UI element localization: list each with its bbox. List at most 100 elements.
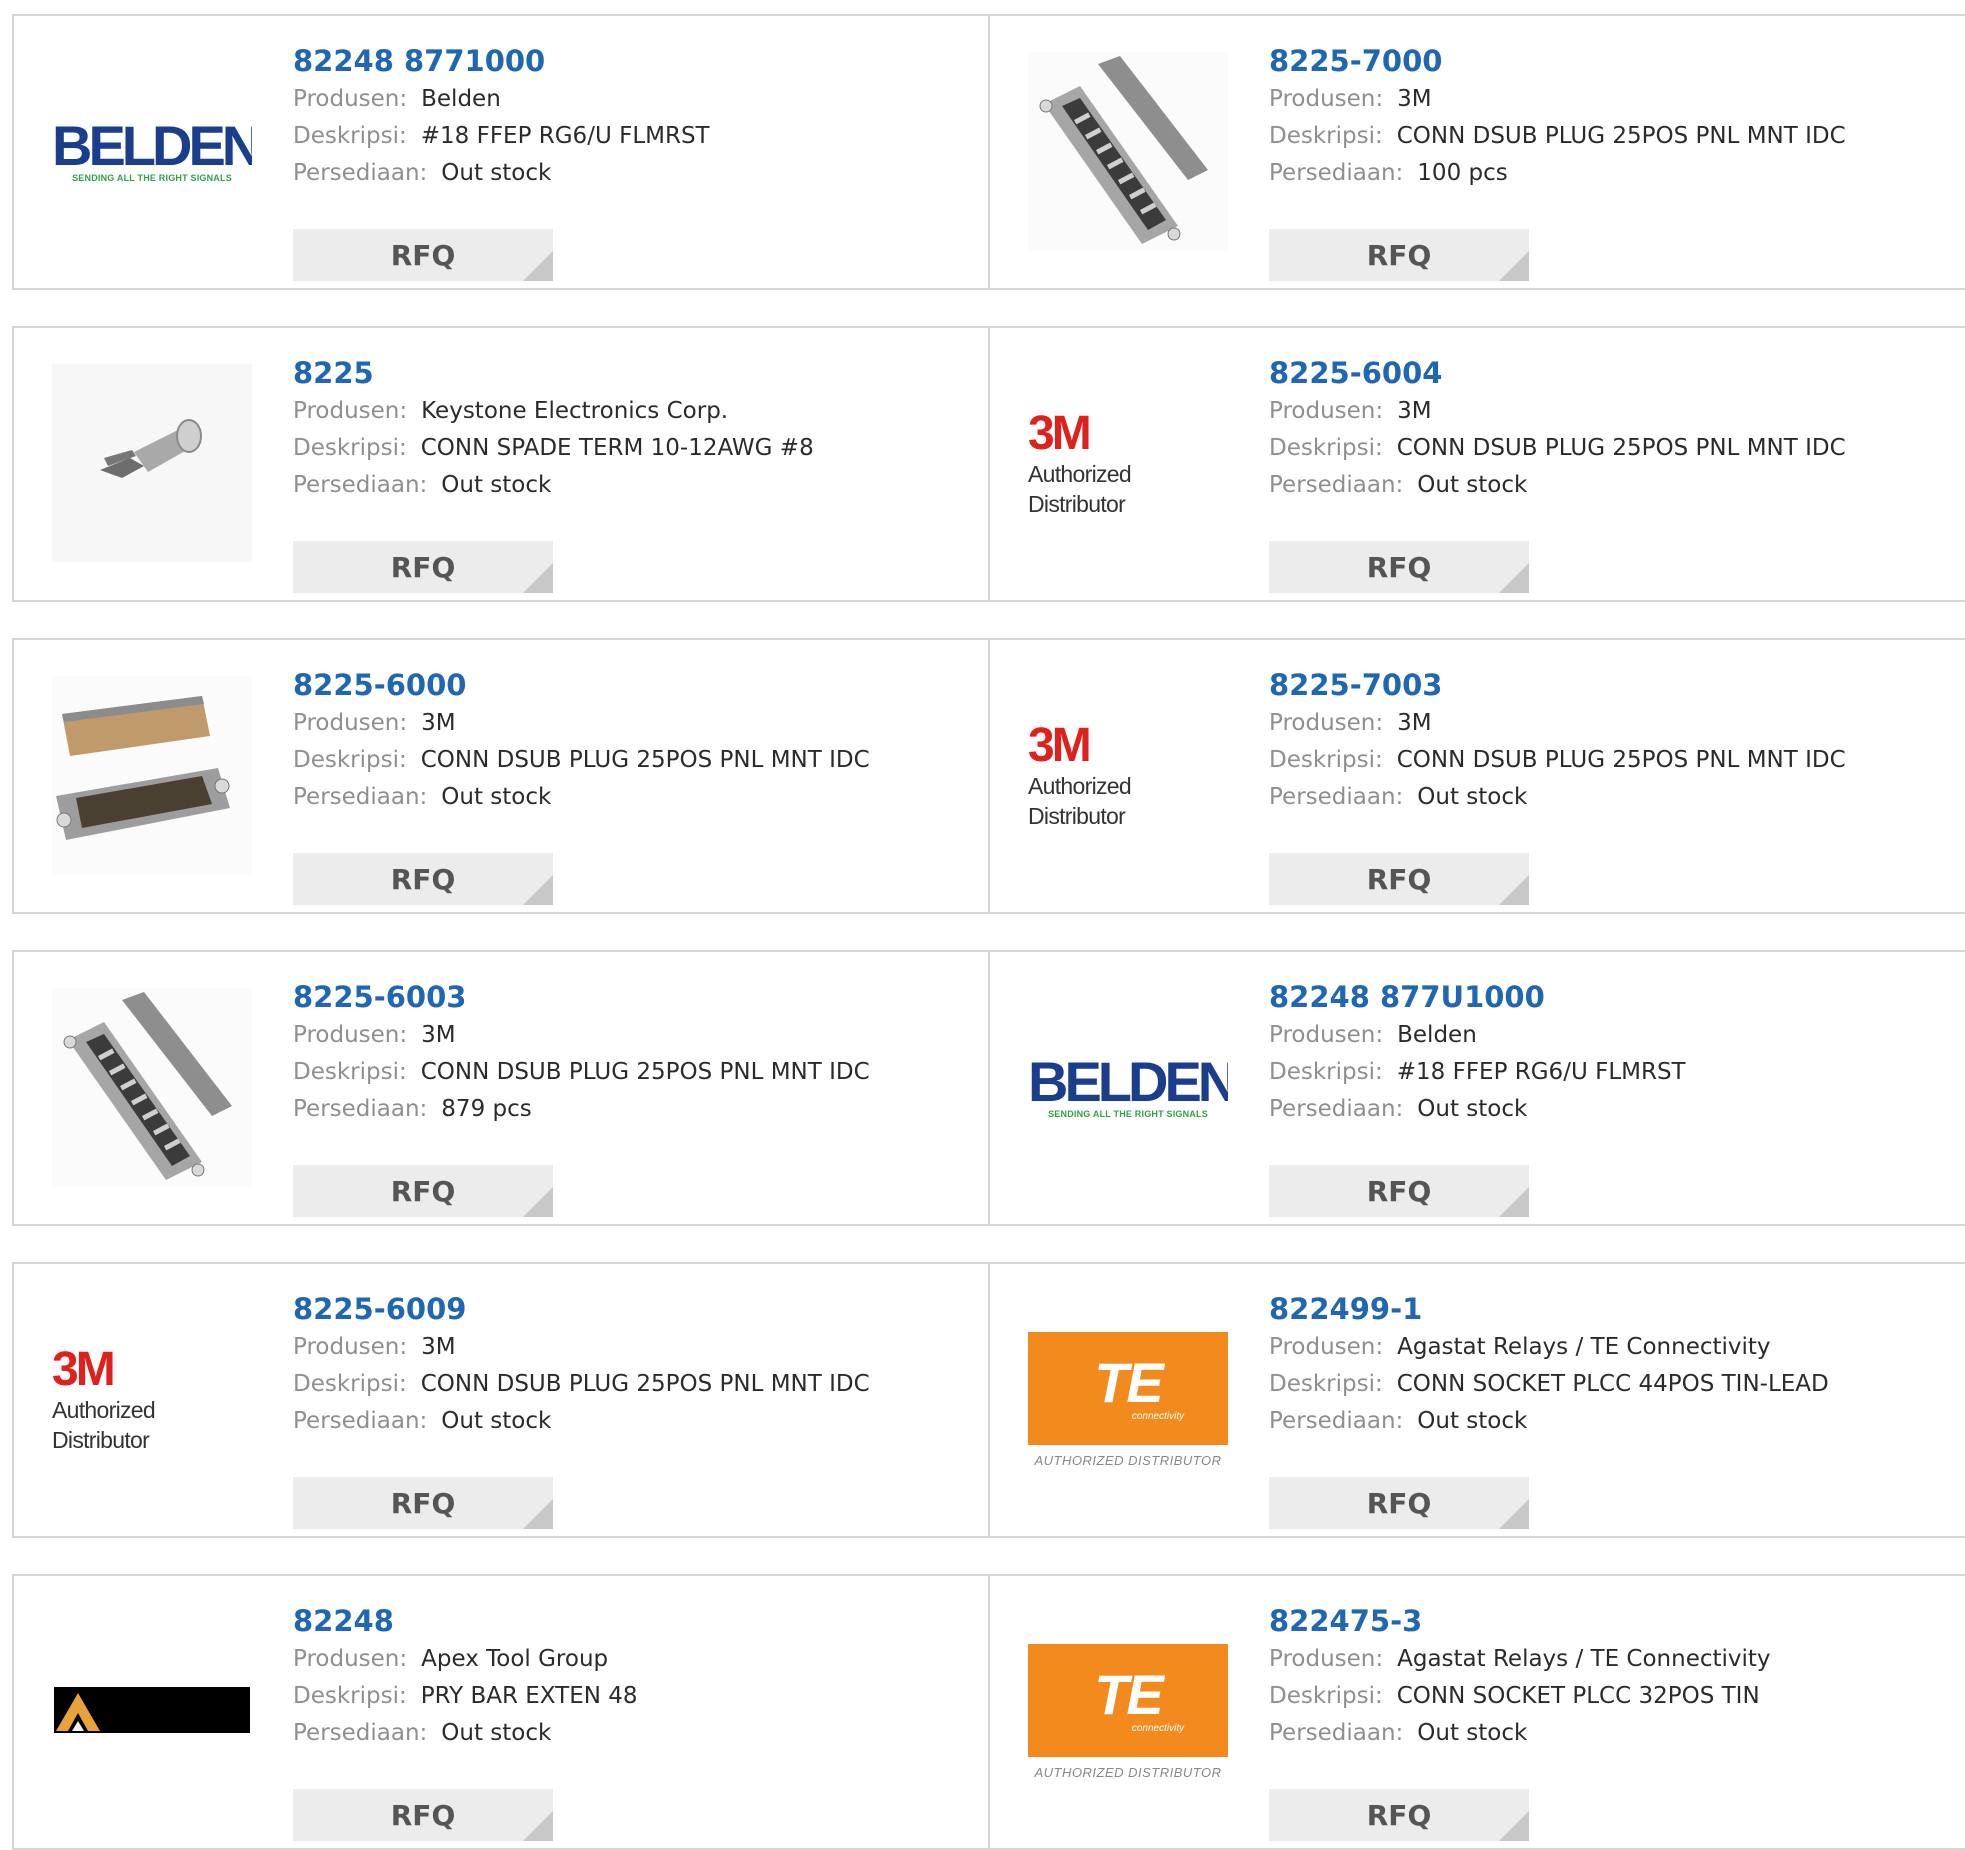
part-number-link[interactable]: 82248 <box>293 1601 978 1641</box>
part-number-link[interactable]: 822475-3 <box>1269 1601 1955 1641</box>
rfq-button[interactable]: RFQ <box>1269 1789 1529 1841</box>
corner-triangle-icon <box>1499 1499 1529 1529</box>
stock-label: Persediaan: <box>1269 1096 1404 1122</box>
description-row: Deskripsi: CONN DSUB PLUG 25POS PNL MNT I… <box>1269 430 1955 467</box>
rfq-button[interactable]: RFQ <box>293 541 553 593</box>
te-logo-small: connectivity <box>1131 1723 1185 1734</box>
3m-logo: 3M Authorized Distributor <box>1028 721 1228 831</box>
part-number-link[interactable]: 8225-6000 <box>293 665 978 705</box>
product-info: 8225-6009 Produsen: 3M Deskripsi: CONN DSU… <box>293 1289 978 1529</box>
corner-triangle-icon <box>1499 251 1529 281</box>
apex-logo <box>54 1687 250 1733</box>
spade-terminal-image <box>52 364 252 562</box>
part-number-link[interactable]: 8225-6004 <box>1269 353 1955 393</box>
corner-triangle-icon <box>1499 563 1529 593</box>
description-label: Deskripsi: <box>293 123 407 149</box>
3m-logo-subtitle: Authorized Distributor <box>52 1397 156 1453</box>
product-info: 8225-6004 Produsen: 3M Deskripsi: CONN DSU… <box>1269 353 1955 593</box>
stock-row: Persediaan: Out stock <box>1269 467 1955 504</box>
product-info: 82248 877U1000 Produsen: Belden Deskripsi… <box>1269 977 1955 1217</box>
rfq-label: RFQ <box>390 1174 456 1208</box>
description-label: Deskripsi: <box>293 1683 407 1709</box>
description-label: Deskripsi: <box>293 1059 407 1085</box>
product-info: 8225-7003 Produsen: 3M Deskripsi: CONN DSU… <box>1269 665 1955 905</box>
stock-value: Out stock <box>441 1720 552 1746</box>
product-image[interactable] <box>52 1612 252 1812</box>
description-row: Deskripsi: CONN DSUB PLUG 25POS PNL MNT I… <box>1269 118 1955 155</box>
product-image[interactable]: BELDEN SENDING ALL THE RIGHT SIGNALS <box>1028 988 1228 1188</box>
stock-row: Persediaan: Out stock <box>1269 1403 1955 1440</box>
part-number-link[interactable]: 8225-7000 <box>1269 41 1955 81</box>
rfq-button[interactable]: RFQ <box>1269 541 1529 593</box>
belden-logo-word: BELDEN <box>52 114 252 177</box>
stock-row: Persediaan: Out stock <box>293 467 978 504</box>
product-image[interactable]: TE connectivity AUTHORIZED DISTRIBUTOR <box>1028 1612 1228 1812</box>
product-image[interactable]: 3M Authorized Distributor <box>1028 676 1228 876</box>
manufacturer-label: Produsen: <box>1269 1334 1384 1360</box>
product-info: 822475-3 Produsen: Agastat Relays / TE Co… <box>1269 1601 1955 1841</box>
rfq-button[interactable]: RFQ <box>293 229 553 281</box>
rfq-button[interactable]: RFQ <box>1269 1477 1529 1529</box>
stock-value: 879 pcs <box>441 1096 532 1122</box>
belden-logo-tagline: SENDING ALL THE RIGHT SIGNALS <box>72 173 232 183</box>
manufacturer-row: Produsen: 3M <box>293 705 978 742</box>
part-number-link[interactable]: 8225-6009 <box>293 1289 978 1329</box>
manufacturer-label: Produsen: <box>1269 86 1384 112</box>
product-image[interactable]: TE connectivity AUTHORIZED DISTRIBUTOR <box>1028 1300 1228 1500</box>
rfq-button[interactable]: RFQ <box>1269 1165 1529 1217</box>
manufacturer-label: Produsen: <box>293 1022 408 1048</box>
part-number-link[interactable]: 82248 8771000 <box>293 41 978 81</box>
stock-label: Persediaan: <box>293 472 428 498</box>
manufacturer-value: 3M <box>1397 86 1432 112</box>
manufacturer-value: Belden <box>1397 1022 1477 1048</box>
stock-label: Persediaan: <box>293 1720 428 1746</box>
part-number-link[interactable]: 8225-7003 <box>1269 665 1955 705</box>
rfq-label: RFQ <box>390 1798 456 1832</box>
rfq-label: RFQ <box>390 862 456 896</box>
corner-triangle-icon <box>523 1499 553 1529</box>
description-label: Deskripsi: <box>1269 747 1383 773</box>
product-card: BELDEN SENDING ALL THE RIGHT SIGNALS 8224… <box>12 14 990 290</box>
product-card: 3M Authorized Distributor 8225-6009 Produ… <box>12 1262 990 1538</box>
part-number-link[interactable]: 822499-1 <box>1269 1289 1955 1329</box>
product-image[interactable]: BELDEN SENDING ALL THE RIGHT SIGNALS <box>52 52 252 252</box>
product-card: 8225-6000 Produsen: 3M Deskripsi: CONN DSU… <box>12 638 990 914</box>
stock-row: Persediaan: Out stock <box>1269 1715 1955 1752</box>
stock-row: Persediaan: Out stock <box>293 779 978 816</box>
3m-logo: 3M Authorized Distributor <box>1028 409 1228 519</box>
product-image[interactable] <box>52 676 252 876</box>
part-number-link[interactable]: 8225-6003 <box>293 977 978 1017</box>
dsub-connector-image <box>1028 52 1228 250</box>
manufacturer-row: Produsen: 3M <box>1269 393 1955 430</box>
stock-value: Out stock <box>441 1408 552 1434</box>
part-number-link[interactable]: 8225 <box>293 353 978 393</box>
product-image[interactable]: 3M Authorized Distributor <box>1028 364 1228 564</box>
te-logo-mark: TE <box>1094 1351 1164 1414</box>
part-number-link[interactable]: 82248 877U1000 <box>1269 977 1955 1017</box>
description-value: CONN DSUB PLUG 25POS PNL MNT IDC <box>1396 123 1846 149</box>
stock-value: Out stock <box>441 160 552 186</box>
rfq-button[interactable]: RFQ <box>293 853 553 905</box>
product-image[interactable]: 3M Authorized Distributor <box>52 1300 252 1500</box>
description-row: Deskripsi: #18 FFEP RG6/U FLMRST <box>293 118 978 155</box>
description-label: Deskripsi: <box>293 747 407 773</box>
manufacturer-label: Produsen: <box>293 1334 408 1360</box>
rfq-button[interactable]: RFQ <box>293 1477 553 1529</box>
description-label: Deskripsi: <box>1269 1371 1383 1397</box>
3m-logo-subtitle: Authorized Distributor <box>1028 773 1132 829</box>
description-label: Deskripsi: <box>1269 1059 1383 1085</box>
rfq-button[interactable]: RFQ <box>293 1789 553 1841</box>
manufacturer-row: Produsen: Agastat Relays / TE Connectivit… <box>1269 1641 1955 1678</box>
corner-triangle-icon <box>523 1187 553 1217</box>
rfq-button[interactable]: RFQ <box>293 1165 553 1217</box>
rfq-label: RFQ <box>390 550 456 584</box>
product-image[interactable] <box>52 988 252 1188</box>
description-row: Deskripsi: CONN DSUB PLUG 25POS PNL MNT I… <box>1269 742 1955 779</box>
product-image[interactable] <box>1028 52 1228 252</box>
product-image[interactable] <box>52 364 252 564</box>
rfq-button[interactable]: RFQ <box>1269 853 1529 905</box>
description-row: Deskripsi: CONN DSUB PLUG 25POS PNL MNT I… <box>293 742 978 779</box>
corner-triangle-icon <box>523 563 553 593</box>
rfq-button[interactable]: RFQ <box>1269 229 1529 281</box>
stock-label: Persediaan: <box>1269 472 1404 498</box>
